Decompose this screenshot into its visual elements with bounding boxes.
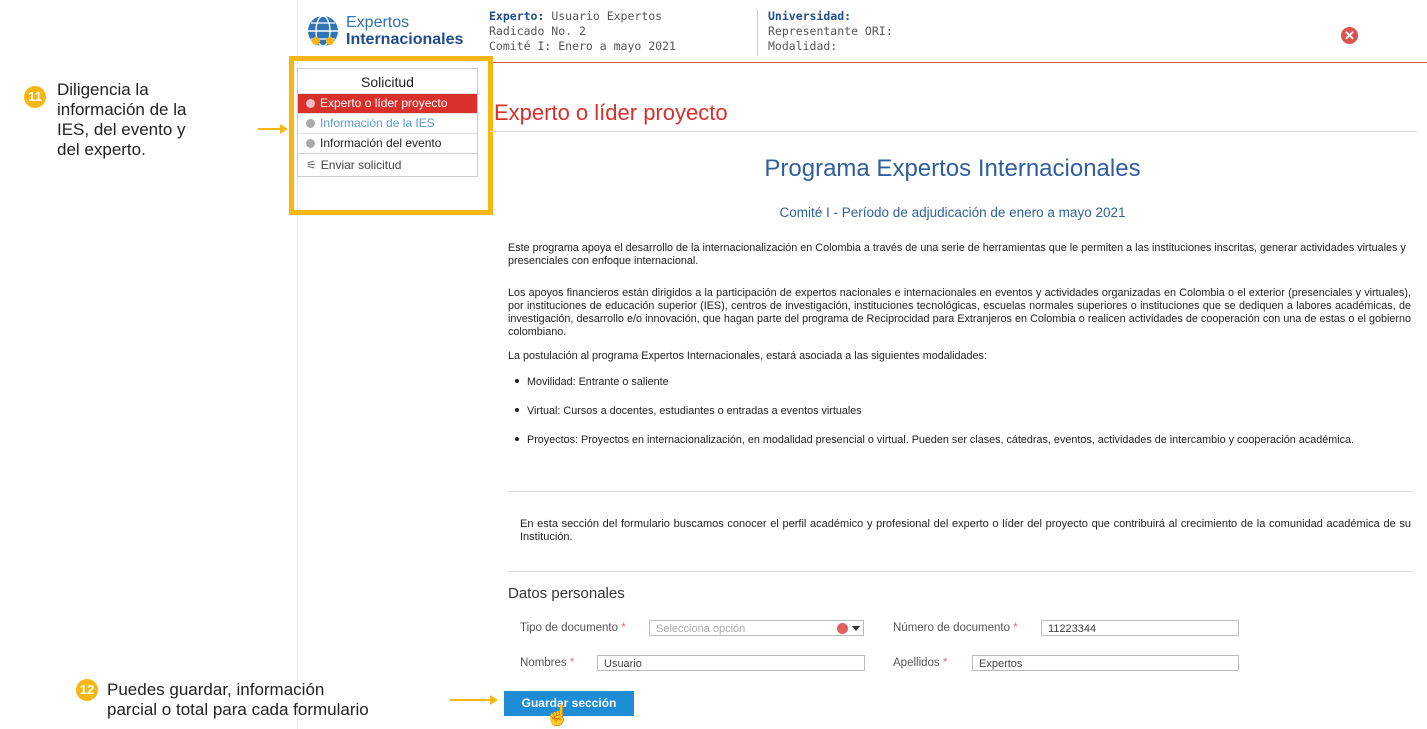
bullet-dot [515, 379, 519, 383]
arrow-right-icon [490, 695, 498, 705]
label-text: Número de documento [893, 622, 1010, 634]
select-placeholder: Selecciona opción [656, 623, 746, 635]
annotation-line: del experto. [57, 140, 146, 159]
label-text: Tipo de documento [520, 622, 619, 634]
header-university-info: Universidad: Representante ORI: Modalida… [768, 9, 893, 54]
program-title: Programa Expertos Internacionales [764, 155, 1141, 182]
tipo-documento-select[interactable]: Selecciona opción [649, 620, 864, 636]
arrow-right-icon [280, 124, 288, 134]
annotation-12-text: Puedes guardar, información parcial o to… [107, 680, 369, 720]
annotation-line: Diligencia la [57, 80, 149, 99]
bullet-item: Movilidad: Entrante o saliente [515, 376, 1411, 389]
modalidad-text: Modalidad: [768, 39, 838, 53]
paragraph-3: La postulación al programa Expertos Inte… [508, 350, 987, 362]
expert-value: Usuario Expertos [544, 9, 663, 23]
globe-logo-icon [308, 15, 338, 47]
header-divider [490, 62, 1427, 63]
bullet-text: Proyectos: Proyectos en internacionaliza… [527, 434, 1355, 446]
hand-cursor-icon: ☝ [545, 705, 570, 727]
section-intro: En esta sección del formulario buscamos … [520, 518, 1411, 543]
paragraph-1: Este programa apoya el desarrollo de la … [508, 242, 1406, 267]
personal-data-heading: Datos personales [508, 585, 625, 602]
numero-documento-input[interactable]: 11223344 [1041, 620, 1239, 636]
university-label: Universidad: [768, 9, 852, 23]
annotation-arrow-line [258, 128, 282, 130]
bullet-item: Virtual: Cursos a docentes, estudiantes … [515, 405, 1411, 418]
annotation-arrow-line [450, 699, 492, 701]
nombres-label: Nombres * [520, 657, 574, 669]
expert-label: Experto: [489, 9, 545, 23]
chevron-down-icon [852, 626, 860, 631]
required-mark: * [942, 657, 948, 669]
radicado-text: Radicado No. 2 [489, 24, 586, 38]
nombres-input[interactable]: Usuario [597, 655, 865, 671]
bullet-text: Virtual: Cursos a docentes, estudiantes … [527, 405, 862, 417]
paragraph-2: Los apoyos financieros están dirigidos a… [508, 287, 1411, 338]
logo-text-top: Expertos [346, 14, 410, 31]
step-badge-11: 11 [24, 86, 46, 108]
apellidos-input[interactable]: Expertos [972, 655, 1239, 671]
required-mark: * [621, 622, 626, 634]
program-subtitle: Comité I - Período de adjudicación de en… [779, 205, 1126, 220]
bullet-item: Proyectos: Proyectos en internacionaliza… [515, 434, 1411, 447]
section-title: Experto o líder proyecto [494, 100, 728, 125]
annotation-line: parcial o total para cada formulario [107, 700, 369, 719]
apellidos-label: Apellidos * [893, 657, 947, 669]
representante-text: Representante ORI: [768, 24, 893, 38]
annotation-line: IES, del evento y [57, 120, 186, 139]
header-separator [757, 10, 758, 56]
close-icon[interactable]: ✕ [1341, 27, 1358, 44]
error-icon [837, 623, 848, 634]
label-text: Apellidos [893, 657, 940, 669]
step-badge-12: 12 [76, 679, 98, 701]
comite-text: Comité I: Enero a mayo 2021 [489, 39, 676, 53]
required-mark: * [1013, 622, 1018, 634]
bullet-dot [515, 437, 519, 441]
annotation-11-text: Diligencia la información de la IES, del… [57, 80, 186, 160]
label-text: Nombres [520, 657, 567, 669]
highlight-box [289, 56, 493, 215]
content-divider [508, 491, 1411, 492]
numero-documento-label: Número de documento * [893, 622, 1018, 634]
logo-text-bottom: Internacionales [346, 31, 464, 48]
tipo-documento-label: Tipo de documento * [520, 622, 626, 634]
required-mark: * [569, 657, 575, 669]
annotation-line: Puedes guardar, información [107, 680, 325, 699]
bullet-dot [515, 408, 519, 412]
bullet-text: Movilidad: Entrante o saliente [527, 376, 669, 388]
header-expert-info: Experto: Usuario Expertos Radicado No. 2… [489, 9, 676, 54]
content-divider [508, 571, 1411, 572]
section-title-divider [490, 131, 1417, 132]
annotation-line: información de la [57, 100, 187, 119]
